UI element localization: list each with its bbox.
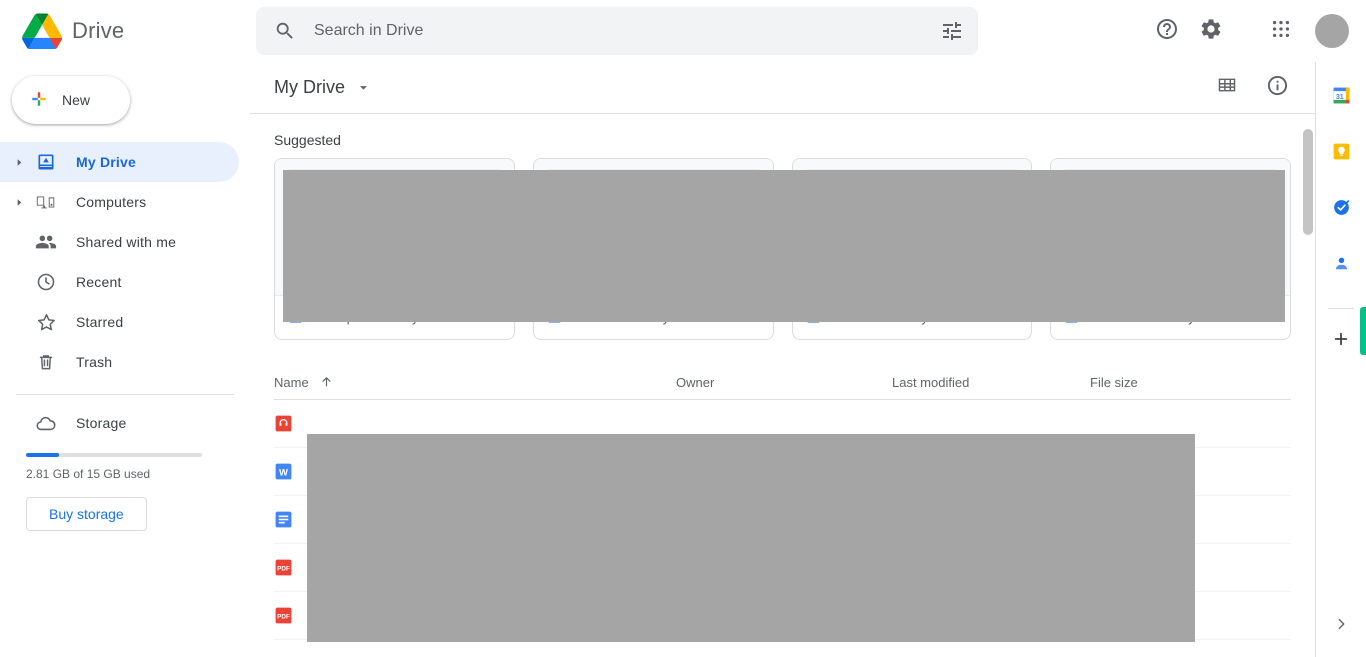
sidebar-item-label: Storage: [76, 415, 127, 431]
rail-divider: [1328, 308, 1354, 309]
plus-colored-icon: [28, 88, 50, 113]
svg-text:PDF: PDF: [277, 566, 290, 573]
sidebar-item-label: Starred: [76, 314, 124, 330]
expand-triangle-icon[interactable]: [10, 197, 28, 208]
settings-button[interactable]: [1189, 9, 1233, 53]
sidebar-item-recent[interactable]: Recent: [0, 262, 239, 302]
side-panel-rail: 31: [1315, 62, 1366, 657]
expand-triangle-icon[interactable]: [10, 157, 28, 168]
google-drive-logo-icon: [22, 13, 63, 50]
drive-folder-icon: [34, 152, 58, 172]
svg-text:31: 31: [1335, 94, 1343, 101]
info-circle-icon: [1266, 74, 1289, 102]
storage-progress-fill: [26, 453, 59, 457]
search-icon: [274, 20, 296, 42]
sidebar-divider: [16, 394, 234, 395]
table-header-row: Name Owner Last modified File size: [274, 366, 1291, 400]
computer-icon: [34, 191, 58, 213]
audio-file-icon: [274, 414, 312, 433]
svg-text:W: W: [279, 467, 288, 478]
sidebar-item-label: Computers: [76, 194, 147, 210]
column-header-name[interactable]: Name: [274, 374, 676, 392]
avatar[interactable]: [1315, 14, 1349, 48]
sidebar-nav: My Drive Computers Shared with me Recent…: [0, 142, 250, 382]
arrow-up-icon: [319, 374, 334, 392]
suggested-section-label: Suggested: [274, 132, 341, 148]
brand-area[interactable]: Drive: [0, 0, 250, 62]
sidebar-item-label: Recent: [76, 274, 122, 290]
sidebar-item-label: My Drive: [76, 154, 136, 170]
storage-progress-bar: [26, 453, 202, 457]
clock-icon: [34, 271, 58, 293]
chevron-down-icon[interactable]: [355, 79, 372, 96]
expand-side-panel-button[interactable]: [1326, 611, 1356, 641]
google-contacts-icon: [1331, 253, 1352, 279]
new-button[interactable]: New: [12, 76, 130, 124]
add-addons-button[interactable]: [1323, 323, 1359, 359]
column-label: Name: [274, 375, 309, 390]
help-circle-icon: [1155, 17, 1179, 46]
storage-usage-text: 2.81 GB of 15 GB used: [26, 467, 151, 481]
apps-button[interactable]: [1259, 9, 1303, 53]
top-bar: Drive: [0, 0, 1366, 62]
sidebar-item-computers[interactable]: Computers: [0, 182, 239, 222]
grid-view-toggle-button[interactable]: [1205, 66, 1249, 110]
main-header: My Drive: [250, 62, 1315, 114]
sidebar-item-my-drive[interactable]: My Drive: [0, 142, 239, 182]
column-header-owner[interactable]: Owner: [676, 375, 892, 390]
sidebar-item-label: Shared with me: [76, 234, 177, 250]
google-contacts-button[interactable]: [1323, 248, 1359, 284]
content-scrollbar[interactable]: [1303, 124, 1313, 657]
google-keep-icon: [1331, 141, 1352, 167]
help-button[interactable]: [1145, 9, 1189, 53]
google-tasks-icon: [1331, 197, 1352, 223]
grid-view-icon: [1216, 74, 1238, 101]
breadcrumb-title[interactable]: My Drive: [274, 77, 345, 98]
apps-grid-icon: [1270, 18, 1292, 45]
redacted-region-file-list: [307, 434, 1195, 642]
google-tasks-button[interactable]: [1323, 192, 1359, 228]
scrollbar-thumb[interactable]: [1303, 129, 1313, 235]
main-header-actions: [1205, 66, 1299, 110]
sidebar-item-storage[interactable]: Storage: [0, 403, 239, 443]
details-button[interactable]: [1255, 66, 1299, 110]
side-panel-green-indicator: [1360, 307, 1366, 355]
sidebar: New My Drive Computers Shared with me Re…: [0, 62, 250, 657]
sidebar-item-label: Trash: [76, 354, 113, 370]
chevron-right-icon: [1333, 616, 1349, 637]
sidebar-item-trash[interactable]: Trash: [0, 342, 239, 382]
search-bar[interactable]: [256, 7, 978, 55]
buy-storage-button[interactable]: Buy storage: [26, 497, 147, 531]
top-bar-actions: [1145, 0, 1366, 62]
new-button-label: New: [62, 92, 91, 108]
redacted-region-cards: [283, 170, 1285, 322]
google-keep-button[interactable]: [1323, 136, 1359, 172]
gear-icon: [1199, 17, 1223, 46]
google-calendar-button[interactable]: 31: [1323, 80, 1359, 116]
svg-text:PDF: PDF: [277, 614, 290, 621]
tune-icon[interactable]: [940, 19, 964, 43]
plus-icon: [1331, 329, 1351, 354]
trash-icon: [34, 351, 58, 373]
cloud-icon: [34, 412, 58, 435]
people-icon: [34, 231, 58, 253]
star-icon: [34, 311, 58, 334]
sidebar-item-starred[interactable]: Starred: [0, 302, 239, 342]
column-header-file-size[interactable]: File size: [1090, 375, 1291, 390]
search-input[interactable]: [314, 22, 940, 40]
google-calendar-icon: 31: [1331, 85, 1352, 111]
column-header-last-modified[interactable]: Last modified: [892, 375, 1090, 390]
sidebar-item-shared-with-me[interactable]: Shared with me: [0, 222, 239, 262]
brand-name: Drive: [72, 18, 125, 43]
